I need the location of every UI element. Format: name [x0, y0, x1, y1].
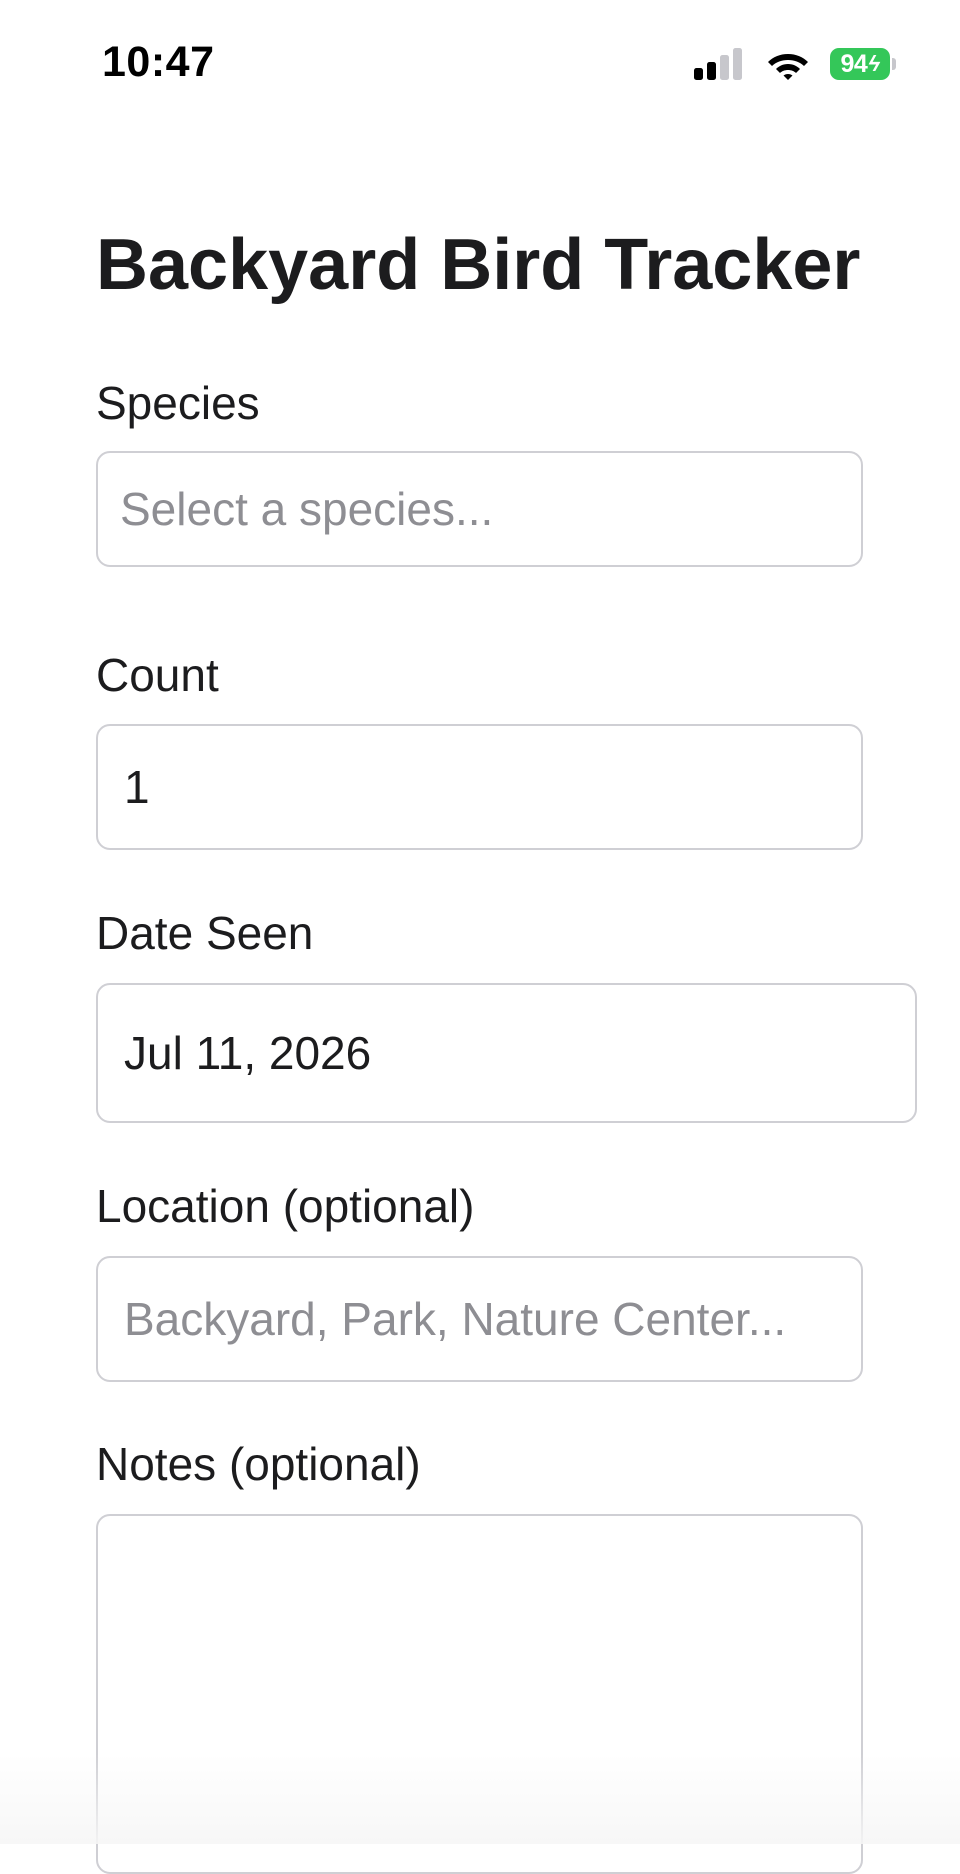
species-label: Species: [96, 377, 260, 429]
wifi-icon: [768, 54, 808, 80]
signal-icon: [694, 48, 742, 80]
date-seen-field[interactable]: Jul 11, 2026: [96, 983, 917, 1123]
count-value: 1: [124, 761, 150, 813]
count-label: Count: [96, 649, 219, 701]
date-seen-label: Date Seen: [96, 907, 314, 959]
battery-cap: [892, 58, 896, 70]
location-placeholder: Backyard, Park, Nature Center...: [124, 1293, 787, 1345]
status-bar: 10:47 94 ϟ: [0, 0, 960, 128]
battery-percent: 94: [840, 49, 868, 78]
count-field[interactable]: 1: [96, 724, 863, 850]
status-icons: 94 ϟ: [694, 44, 896, 84]
charging-bolt-icon: ϟ: [868, 51, 880, 76]
notes-textarea[interactable]: [96, 1514, 863, 1874]
page-title: Backyard Bird Tracker: [96, 225, 861, 305]
species-placeholder: Select a species...: [120, 483, 494, 535]
battery-icon: 94 ϟ: [830, 46, 896, 82]
date-seen-value: Jul 11, 2026: [124, 1027, 372, 1079]
status-time: 10:47: [102, 38, 215, 86]
location-field[interactable]: Backyard, Park, Nature Center...: [96, 1256, 863, 1382]
battery-level: 94 ϟ: [830, 48, 890, 80]
species-select[interactable]: Select a species...: [96, 451, 863, 567]
notes-label: Notes (optional): [96, 1438, 421, 1490]
location-label: Location (optional): [96, 1180, 475, 1232]
